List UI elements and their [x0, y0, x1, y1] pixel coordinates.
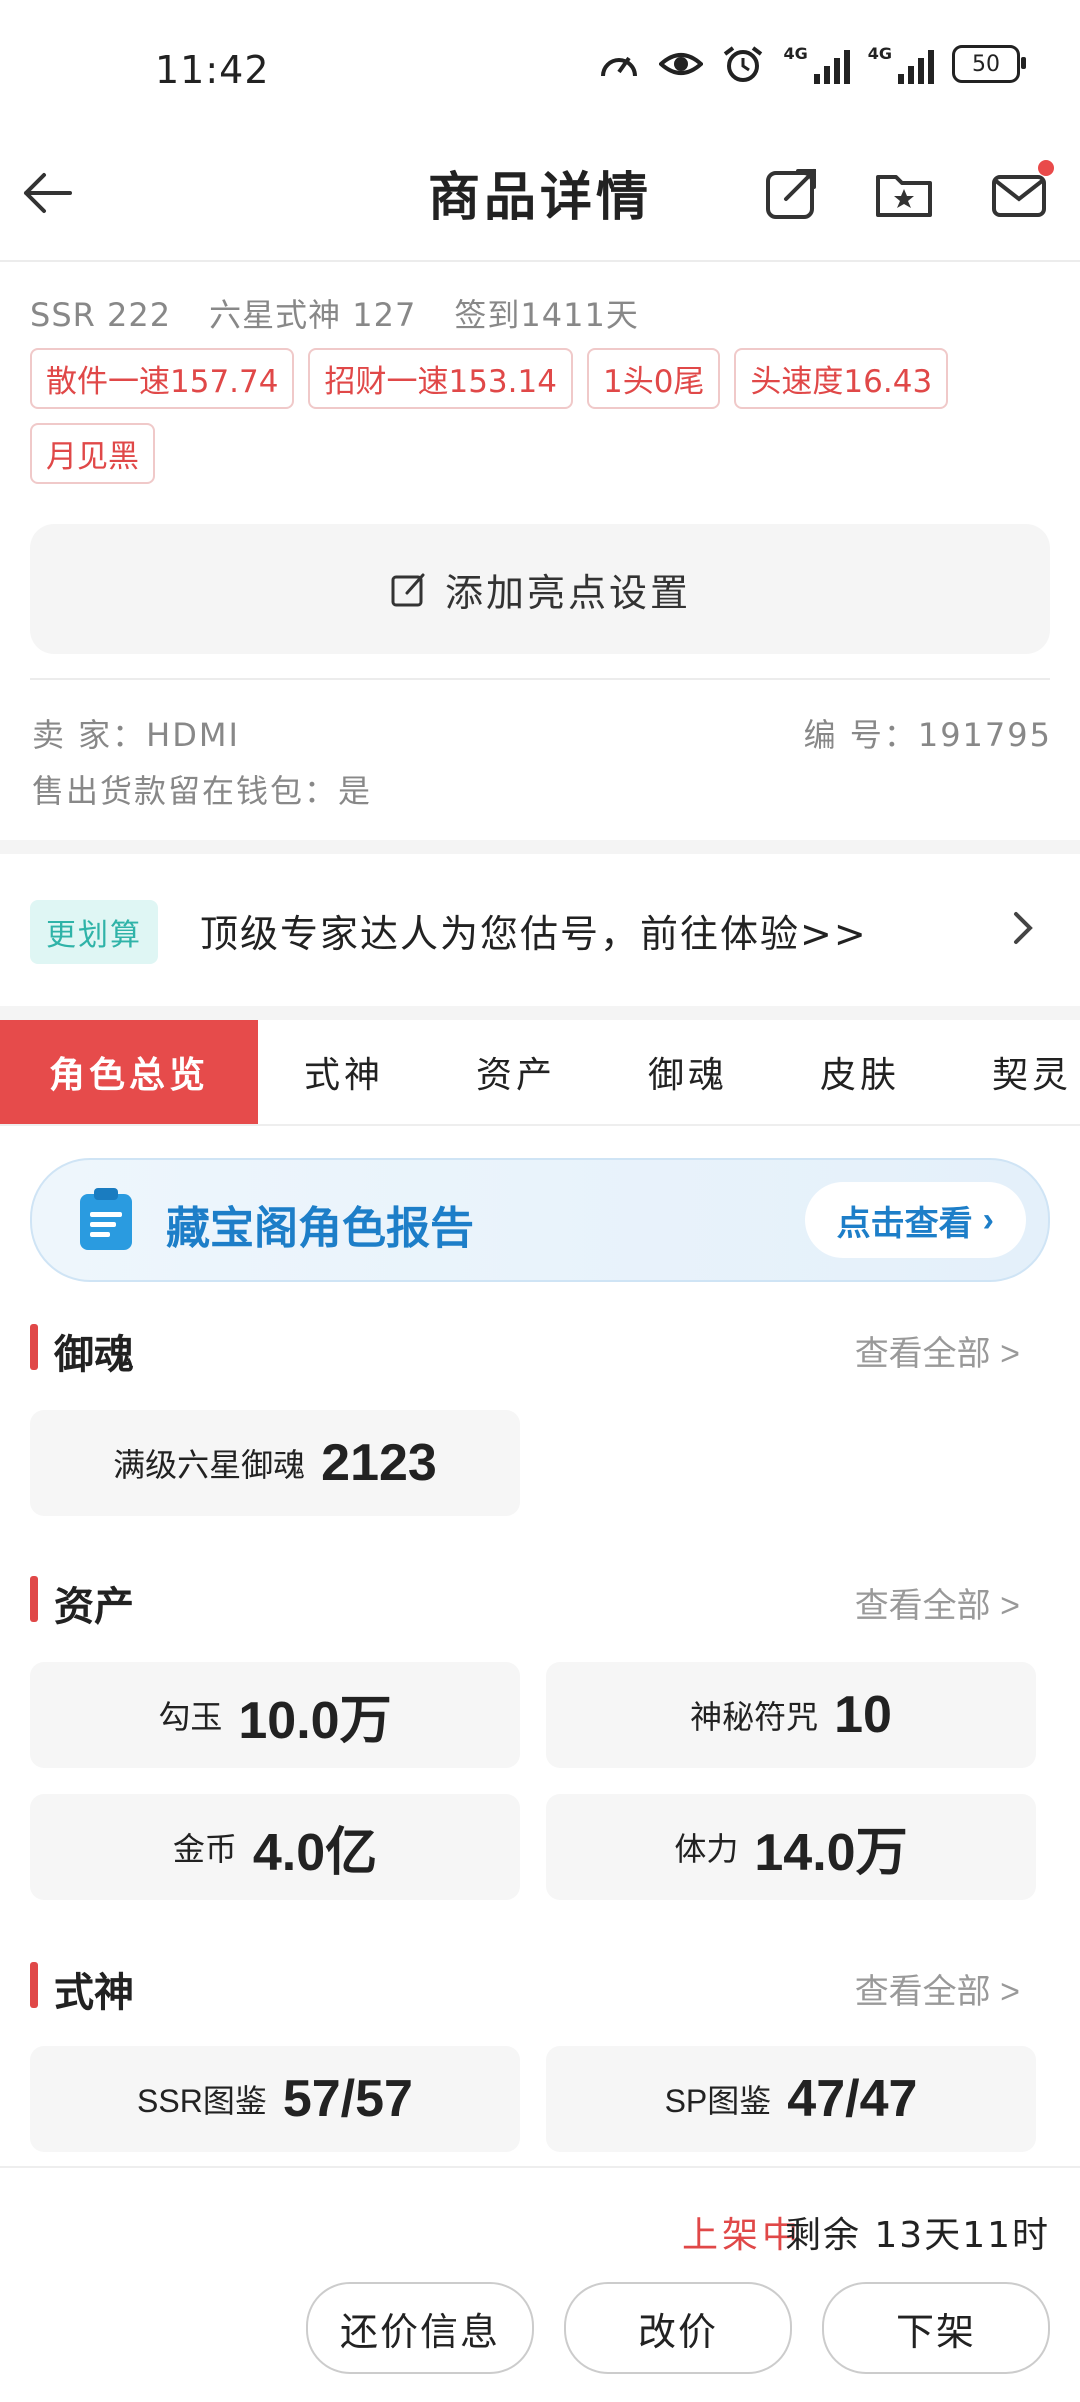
card-value: 47/47	[787, 2070, 918, 2128]
section-gap-2	[0, 1006, 1080, 1020]
card-label: SP图鉴	[664, 2083, 772, 2119]
tab-qiling[interactable]: 契灵	[946, 1020, 1080, 1124]
add-highlight-button[interactable]: 添加亮点设置	[30, 524, 1050, 654]
battery-icon: 50	[952, 45, 1026, 83]
sp-collection-card: SP图鉴 47/47	[546, 2046, 1036, 2152]
report-banner[interactable]: 藏宝阁角色报告 点击查看 ›	[30, 1158, 1050, 1282]
tab-assets[interactable]: 资产	[430, 1020, 602, 1124]
section-title-assets: 资产	[54, 1585, 134, 1629]
stat-signin: 签到1411天	[454, 296, 639, 334]
status-icons: 4G 4G 50	[597, 44, 1026, 84]
tag: 招财一速153.14	[308, 348, 573, 409]
seller-name: 卖 家：HDMI	[32, 716, 240, 754]
card-value: 2123	[321, 1434, 437, 1492]
highlight-tags: 散件一速157.74 招财一速153.14 1头0尾 头速度16.43 月见黑	[30, 348, 1050, 484]
account-stats: SSR 222 六星式神 127 签到1411天	[30, 290, 677, 336]
yuhun-card: 满级六星御魂 2123	[30, 1410, 520, 1516]
signal-icon: 4G	[783, 44, 850, 84]
tab-overview[interactable]: 角色总览	[0, 1020, 258, 1124]
network-type-2: 4G	[867, 44, 892, 63]
view-report-label: 点击查看	[836, 1204, 973, 1243]
card-label: 满级六星御魂	[113, 1447, 306, 1483]
asset-card-talisman: 神秘符咒 10	[546, 1662, 1036, 1768]
stat-six-star: 六星式神 127	[209, 296, 417, 334]
section-marker	[30, 1962, 38, 2008]
tab-bar: 角色总览 式神 资产 御魂 皮肤 契灵	[0, 1020, 1080, 1126]
card-label: SSR图鉴	[137, 2083, 267, 2119]
view-all-assets[interactable]: 查看全部 >	[855, 1578, 1020, 1627]
delist-button[interactable]: 下架	[822, 2282, 1050, 2374]
status-time: 11:42	[155, 48, 270, 92]
favorite-folder-icon[interactable]	[874, 163, 934, 223]
asset-card-stamina: 体力 14.0万	[546, 1794, 1036, 1900]
change-price-button[interactable]: 改价	[564, 2282, 792, 2374]
signal-icon-2: 4G	[868, 44, 934, 84]
remaining-time: 剩余 13天11时	[784, 2215, 1050, 2256]
ssr-collection-card: SSR图鉴 57/57	[30, 2046, 520, 2152]
asset-card-gold: 金币 4.0亿	[30, 1794, 520, 1900]
clipboard-icon	[80, 1188, 132, 1250]
view-all-yuhun[interactable]: 查看全部 >	[855, 1326, 1020, 1375]
header-divider	[0, 260, 1080, 262]
asset-card-gouyu: 勾玉 10.0万	[30, 1662, 520, 1768]
section-gap	[0, 840, 1080, 854]
notification-dot	[1038, 160, 1054, 176]
card-label: 勾玉	[158, 1699, 223, 1735]
card-value: 10	[834, 1686, 892, 1744]
tag: 散件一速157.74	[30, 348, 295, 409]
view-report-button[interactable]: 点击查看 ›	[804, 1182, 1026, 1258]
summary-divider	[30, 678, 1050, 680]
section-title-yuhun: 御魂	[54, 1333, 134, 1377]
section-marker	[30, 1576, 38, 1622]
card-label: 神秘符咒	[690, 1699, 819, 1735]
promo-link[interactable]: 顶级专家达人为您估号，前往体验>>	[200, 903, 868, 958]
report-title: 藏宝阁角色报告	[166, 1204, 474, 1253]
tab-skins[interactable]: 皮肤	[774, 1020, 946, 1124]
battery-level: 50	[972, 51, 1000, 77]
card-value: 4.0亿	[252, 1823, 378, 1882]
section-marker	[30, 1324, 38, 1370]
chevron-right-icon[interactable]	[1004, 910, 1040, 946]
promo-badge: 更划算	[30, 900, 158, 964]
card-value: 10.0万	[238, 1691, 392, 1750]
eye-icon	[659, 53, 704, 75]
add-highlight-label: 添加亮点设置	[444, 570, 691, 615]
chevron-right-icon: ›	[982, 1200, 994, 1239]
tag: 头速度16.43	[734, 348, 949, 409]
tag: 1头0尾	[586, 348, 721, 409]
section-title-shishen: 式神	[54, 1971, 134, 2015]
card-label: 金币	[172, 1831, 237, 1867]
share-icon[interactable]	[762, 163, 822, 223]
view-all-shishen[interactable]: 查看全部 >	[855, 1964, 1020, 2013]
stat-ssr: SSR 222	[30, 296, 172, 334]
edit-icon	[391, 573, 425, 607]
card-value: 57/57	[282, 2070, 413, 2128]
counter-offer-button[interactable]: 还价信息	[306, 2282, 534, 2374]
tab-shishen[interactable]: 式神	[258, 1020, 430, 1124]
card-value: 14.0万	[754, 1823, 908, 1882]
network-type-1: 4G	[783, 44, 808, 63]
card-label: 体力	[674, 1831, 739, 1867]
seller-row: 卖 家：HDMI 编 号：191795	[32, 710, 1052, 756]
tag: 月见黑	[30, 423, 155, 484]
tab-yuhun[interactable]: 御魂	[602, 1020, 774, 1124]
speedometer-icon	[601, 56, 638, 77]
item-id: 编 号：191795	[803, 716, 1052, 754]
payout-setting: 售出货款留在钱包：是	[32, 772, 373, 810]
alarm-icon	[724, 46, 763, 82]
